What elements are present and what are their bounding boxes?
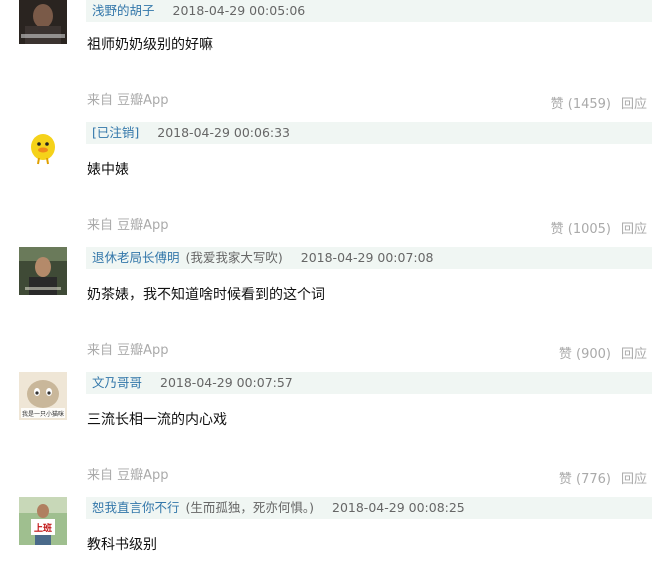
- comment-time: 2018-04-29 00:07:57: [160, 375, 293, 390]
- reply-button[interactable]: 回应: [621, 97, 647, 112]
- comment-meta: 退休老局长傅明 (我爱我家大写吹) 2018-04-29 00:07:08: [86, 247, 652, 269]
- like-button[interactable]: 赞 (1459): [551, 97, 611, 112]
- comment-username[interactable]: 文乃哥哥: [92, 375, 142, 390]
- avatar-caption: 我是一只小猫咪: [22, 410, 64, 418]
- comment-source: 来自 豆瓣App: [87, 343, 169, 358]
- comment-meta: 浅野的胡子 2018-04-29 00:05:06: [86, 0, 652, 22]
- comment-meta: [已注销] 2018-04-29 00:06:33: [86, 122, 652, 144]
- comment-username[interactable]: [已注销]: [92, 125, 139, 140]
- comment-source: 来自 豆瓣App: [87, 93, 169, 108]
- like-button[interactable]: 赞 (1005): [551, 222, 611, 237]
- comment-meta: 文乃哥哥 2018-04-29 00:07:57: [86, 372, 652, 394]
- comment-time: 2018-04-29 00:06:33: [157, 125, 291, 140]
- user-avatar[interactable]: 我是一只小猫咪: [19, 372, 67, 420]
- comment-text: 婊中婊: [87, 162, 129, 178]
- comment-text: 三流长相一流的内心戏: [87, 412, 227, 428]
- reply-button[interactable]: 回应: [621, 222, 647, 237]
- comment-username[interactable]: 退休老局长傅明: [92, 250, 180, 265]
- comment-meta: 恕我直言你不行 (生而孤独，死亦何惧。) 2018-04-29 00:08:25: [86, 497, 652, 519]
- comment-actions: 赞 (776) 回应: [559, 470, 647, 490]
- comment-time: 2018-04-29 00:08:25: [332, 500, 465, 515]
- user-signature: (生而孤独，死亦何惧。): [185, 500, 315, 515]
- like-button[interactable]: 赞 (776): [559, 472, 611, 487]
- reply-button[interactable]: 回应: [621, 347, 647, 362]
- comment-actions: 赞 (1005) 回应: [551, 220, 647, 240]
- user-avatar[interactable]: [19, 122, 67, 170]
- comment-source: 来自 豆瓣App: [87, 218, 169, 233]
- avatar-sign-text: 上班: [34, 522, 52, 534]
- user-avatar[interactable]: [19, 247, 67, 295]
- comment-text: 教科书级别: [87, 537, 157, 553]
- user-avatar[interactable]: [19, 0, 67, 44]
- comment-time: 2018-04-29 00:07:08: [300, 250, 434, 265]
- user-signature: (我爱我家大写吹): [185, 250, 283, 265]
- user-avatar[interactable]: 上班: [19, 497, 67, 545]
- comment-time: 2018-04-29 00:05:06: [172, 3, 306, 18]
- reply-button[interactable]: 回应: [621, 472, 647, 487]
- comment-text: 祖师奶奶级别的好嘛: [87, 37, 213, 53]
- comment-username[interactable]: 恕我直言你不行: [92, 500, 180, 515]
- comment-text: 奶茶婊，我不知道啥时候看到的这个词: [87, 287, 325, 303]
- comment-actions: 赞 (900) 回应: [559, 345, 647, 365]
- comment-actions: 赞 (1459) 回应: [551, 95, 647, 115]
- like-button[interactable]: 赞 (900): [559, 347, 611, 362]
- comment-username[interactable]: 浅野的胡子: [92, 3, 155, 18]
- comment-source: 来自 豆瓣App: [87, 468, 169, 483]
